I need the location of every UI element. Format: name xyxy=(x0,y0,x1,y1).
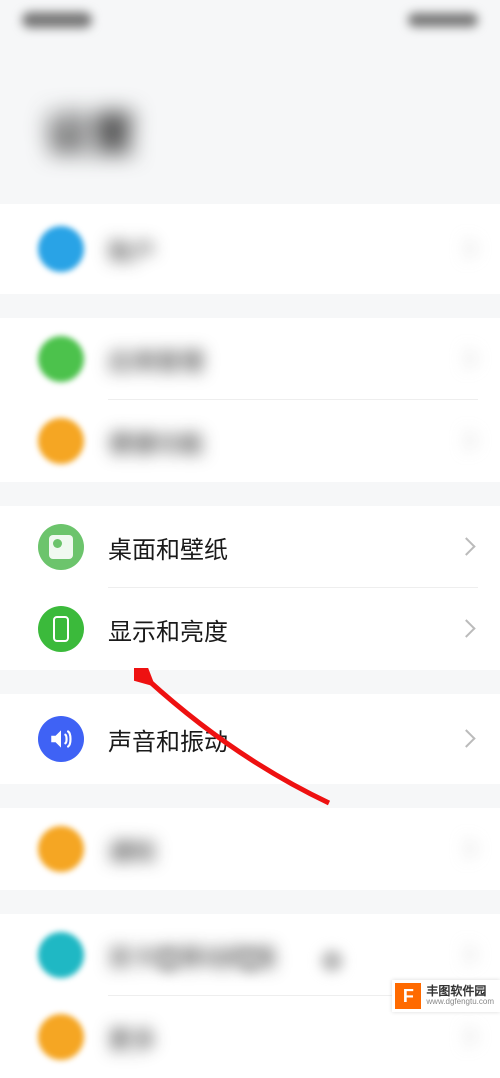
watermark-icon: F xyxy=(395,983,421,1009)
net-icon xyxy=(38,932,84,978)
page-title: 设置 xyxy=(0,40,500,204)
row-display[interactable]: 显示和亮度 xyxy=(0,588,500,670)
settings-list-4: 声音和振动 xyxy=(0,694,500,784)
settings-list-1: 账户 xyxy=(0,204,500,294)
nav-bar xyxy=(157,950,343,972)
status-time xyxy=(22,12,92,28)
row-label: 账户 xyxy=(108,232,454,267)
row-util[interactable]: 便捷功能 xyxy=(0,400,500,482)
row-label: 声音和振动 xyxy=(108,722,460,757)
watermark: F 丰图软件园 www.dgfengtu.com xyxy=(392,980,500,1012)
row-label: 更多 xyxy=(108,1020,460,1055)
chevron-right-icon xyxy=(460,620,478,638)
more-icon xyxy=(38,1014,84,1060)
chevron-right-icon xyxy=(460,730,478,748)
settings-list-5: 通知 xyxy=(0,808,500,890)
account-icon xyxy=(38,226,84,272)
row-account[interactable]: 账户 xyxy=(0,204,500,294)
chevron-right-icon xyxy=(460,1028,478,1046)
app-icon xyxy=(38,336,84,382)
chevron-right-icon xyxy=(460,946,478,964)
chevron-right-icon xyxy=(460,350,478,368)
status-bar xyxy=(0,0,500,40)
chevron-right-icon xyxy=(460,840,478,858)
row-app[interactable]: 应用管理 xyxy=(0,318,500,400)
row-notif[interactable]: 通知 xyxy=(0,808,500,890)
watermark-url: www.dgfengtu.com xyxy=(426,998,494,1007)
row-sound[interactable]: 声音和振动 xyxy=(0,694,500,784)
notif-icon xyxy=(38,826,84,872)
row-label: 应用管理 xyxy=(108,342,460,377)
util-icon xyxy=(38,418,84,464)
chevron-right-icon xyxy=(460,240,478,258)
status-indicators xyxy=(408,13,478,27)
row-label: 便捷功能 xyxy=(108,424,460,459)
display-icon xyxy=(38,606,84,652)
chevron-right-icon xyxy=(460,432,478,450)
row-label: 通知 xyxy=(108,832,460,867)
chevron-right-icon xyxy=(460,538,478,556)
row-label: 显示和亮度 xyxy=(108,612,460,647)
row-wallpaper[interactable]: 桌面和壁纸 xyxy=(0,506,500,588)
row-label: 桌面和壁纸 xyxy=(108,530,460,565)
sound-icon xyxy=(38,716,84,762)
settings-list-2: 应用管理 便捷功能 xyxy=(0,318,500,482)
settings-list-3: 桌面和壁纸 显示和亮度 xyxy=(0,506,500,670)
wallpaper-icon xyxy=(38,524,84,570)
